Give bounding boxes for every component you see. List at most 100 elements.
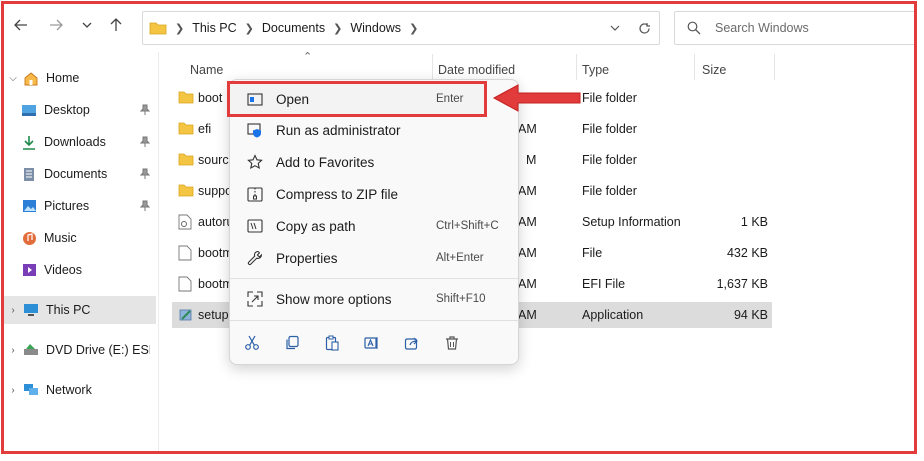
address-bar[interactable]: ❯ This PC ❯ Documents ❯ Windows ❯ — [142, 11, 660, 45]
recent-locations-button[interactable] — [76, 14, 98, 36]
menu-item-shortcut: Enter — [436, 93, 464, 105]
sort-ascending-icon: ⌃ — [303, 51, 313, 63]
video-icon — [20, 262, 38, 278]
sidebar-item-label: Downloads — [44, 135, 106, 149]
sidebar-item-desktop[interactable]: Desktop — [4, 96, 156, 124]
file-type: File folder — [582, 184, 637, 198]
chevron-right-icon: ❯ — [409, 22, 419, 35]
column-header-size[interactable]: Size — [702, 58, 726, 82]
delete-button[interactable] — [432, 335, 472, 351]
column-separator[interactable] — [432, 54, 433, 80]
file-date: M — [526, 153, 537, 167]
column-separator[interactable] — [694, 54, 695, 80]
chevron-right-icon: ❯ — [244, 22, 254, 35]
refresh-icon[interactable] — [638, 22, 651, 35]
menu-separator — [230, 278, 518, 279]
sidebar-item-pictures[interactable]: Pictures — [4, 192, 156, 220]
menu-item-show-more-options[interactable]: Show more options Shift+F10 — [236, 284, 512, 314]
column-separator[interactable] — [774, 54, 775, 80]
file-date: AM — [518, 215, 537, 229]
sidebar-item-label: Pictures — [44, 199, 90, 213]
column-header-name[interactable]: Name — [190, 58, 223, 82]
column-separator[interactable] — [576, 54, 577, 80]
file-size: 1 KB — [740, 215, 768, 229]
breadcrumb: ❯ This PC ❯ Documents ❯ Windows ❯ — [149, 12, 418, 44]
pin-icon — [140, 136, 150, 147]
rename-icon — [364, 337, 378, 349]
sidebar-item-music[interactable]: Music — [4, 224, 156, 252]
column-header-type[interactable]: Type — [582, 58, 609, 82]
context-menu: Open Enter Run as administrator Add to F… — [227, 79, 519, 365]
up-button[interactable] — [105, 14, 127, 36]
breadcrumb-this-pc[interactable]: This PC — [192, 21, 236, 35]
music-icon — [20, 230, 38, 246]
clipboard-icon — [325, 335, 339, 351]
chevron-right-icon[interactable]: › — [4, 385, 22, 396]
sidebar-item-home[interactable]: ⌵ Home — [4, 64, 156, 92]
breadcrumb-windows[interactable]: Windows — [350, 21, 401, 35]
file-date: AM — [518, 184, 537, 198]
toolbar: ❯ This PC ❯ Documents ❯ Windows ❯ Search… — [4, 4, 917, 45]
copy-icon — [286, 335, 299, 350]
menu-item-shortcut: Alt+Enter — [436, 252, 484, 264]
copy-button[interactable] — [272, 335, 312, 351]
folder-icon — [149, 22, 167, 35]
menu-item-copy-as-path[interactable]: Copy as path Ctrl+Shift+C — [236, 211, 512, 241]
menu-item-label: Properties — [276, 250, 338, 266]
pane-divider — [158, 52, 159, 452]
rename-button[interactable] — [352, 335, 392, 351]
network-icon — [22, 382, 40, 398]
file-type: File folder — [582, 122, 637, 136]
menu-item-run-as-administrator[interactable]: Run as administrator — [236, 115, 512, 145]
share-icon — [404, 337, 418, 350]
chevron-right-icon[interactable]: › — [4, 305, 22, 316]
sidebar-item-downloads[interactable]: Downloads — [4, 128, 156, 156]
file-size: 94 KB — [733, 308, 768, 322]
menu-item-label: Add to Favorites — [276, 154, 375, 170]
sidebar-item-label: Network — [46, 383, 92, 397]
file-icon — [178, 276, 192, 292]
chevron-right-icon[interactable]: › — [4, 345, 22, 356]
file-date: AM — [518, 308, 537, 322]
share-button[interactable] — [392, 335, 432, 351]
navigation-pane: ⌵ Home Desktop Downloads Documents Pictu… — [4, 52, 158, 452]
menu-item-add-to-favorites[interactable]: Add to Favorites — [236, 147, 512, 177]
file-type: File folder — [582, 91, 637, 105]
menu-item-properties[interactable]: Properties Alt+Enter — [236, 243, 512, 273]
paste-button[interactable] — [312, 335, 352, 351]
sidebar-item-videos[interactable]: Videos — [4, 256, 156, 284]
chevron-down-icon[interactable] — [610, 25, 620, 31]
arrow-right-icon — [50, 19, 63, 31]
file-icon — [178, 245, 192, 261]
search-icon — [687, 21, 701, 35]
breadcrumb-documents[interactable]: Documents — [262, 21, 325, 35]
folder-icon — [178, 153, 194, 166]
cut-button[interactable] — [232, 335, 272, 351]
sidebar-item-network[interactable]: › Network — [4, 376, 156, 404]
menu-item-compress-to-zip[interactable]: Compress to ZIP file — [236, 179, 512, 209]
menu-item-label: Open — [276, 91, 310, 107]
annotation-arrow-icon — [492, 84, 581, 112]
folder-icon — [178, 91, 194, 104]
scissors-icon — [245, 335, 259, 350]
file-date: AM — [518, 246, 537, 260]
chevron-down-icon[interactable]: ⌵ — [4, 73, 22, 84]
home-icon — [22, 70, 40, 86]
search-input[interactable]: Search Windows — [715, 21, 809, 35]
sidebar-item-label: Documents — [44, 167, 108, 181]
menu-item-label: Run as administrator — [276, 122, 401, 138]
menu-item-open[interactable]: Open Enter — [227, 81, 487, 117]
sidebar-item-label: Home — [46, 71, 80, 85]
chevron-right-icon: ❯ — [333, 22, 343, 35]
wrench-icon — [244, 249, 266, 267]
back-button[interactable] — [10, 14, 32, 36]
dvd-drive-icon — [22, 342, 40, 358]
file-size: 1,637 KB — [716, 277, 768, 291]
search-box[interactable]: Search Windows — [674, 11, 917, 45]
sidebar-item-dvd-drive[interactable]: › DVD Drive (E:) ESD-ISO — [4, 336, 156, 364]
file-type: Application — [582, 308, 644, 322]
sidebar-item-documents[interactable]: Documents — [4, 160, 156, 188]
sidebar-item-this-pc[interactable]: › This PC — [4, 296, 156, 324]
forward-button[interactable] — [45, 14, 67, 36]
sidebar-item-label: Music — [44, 231, 77, 245]
